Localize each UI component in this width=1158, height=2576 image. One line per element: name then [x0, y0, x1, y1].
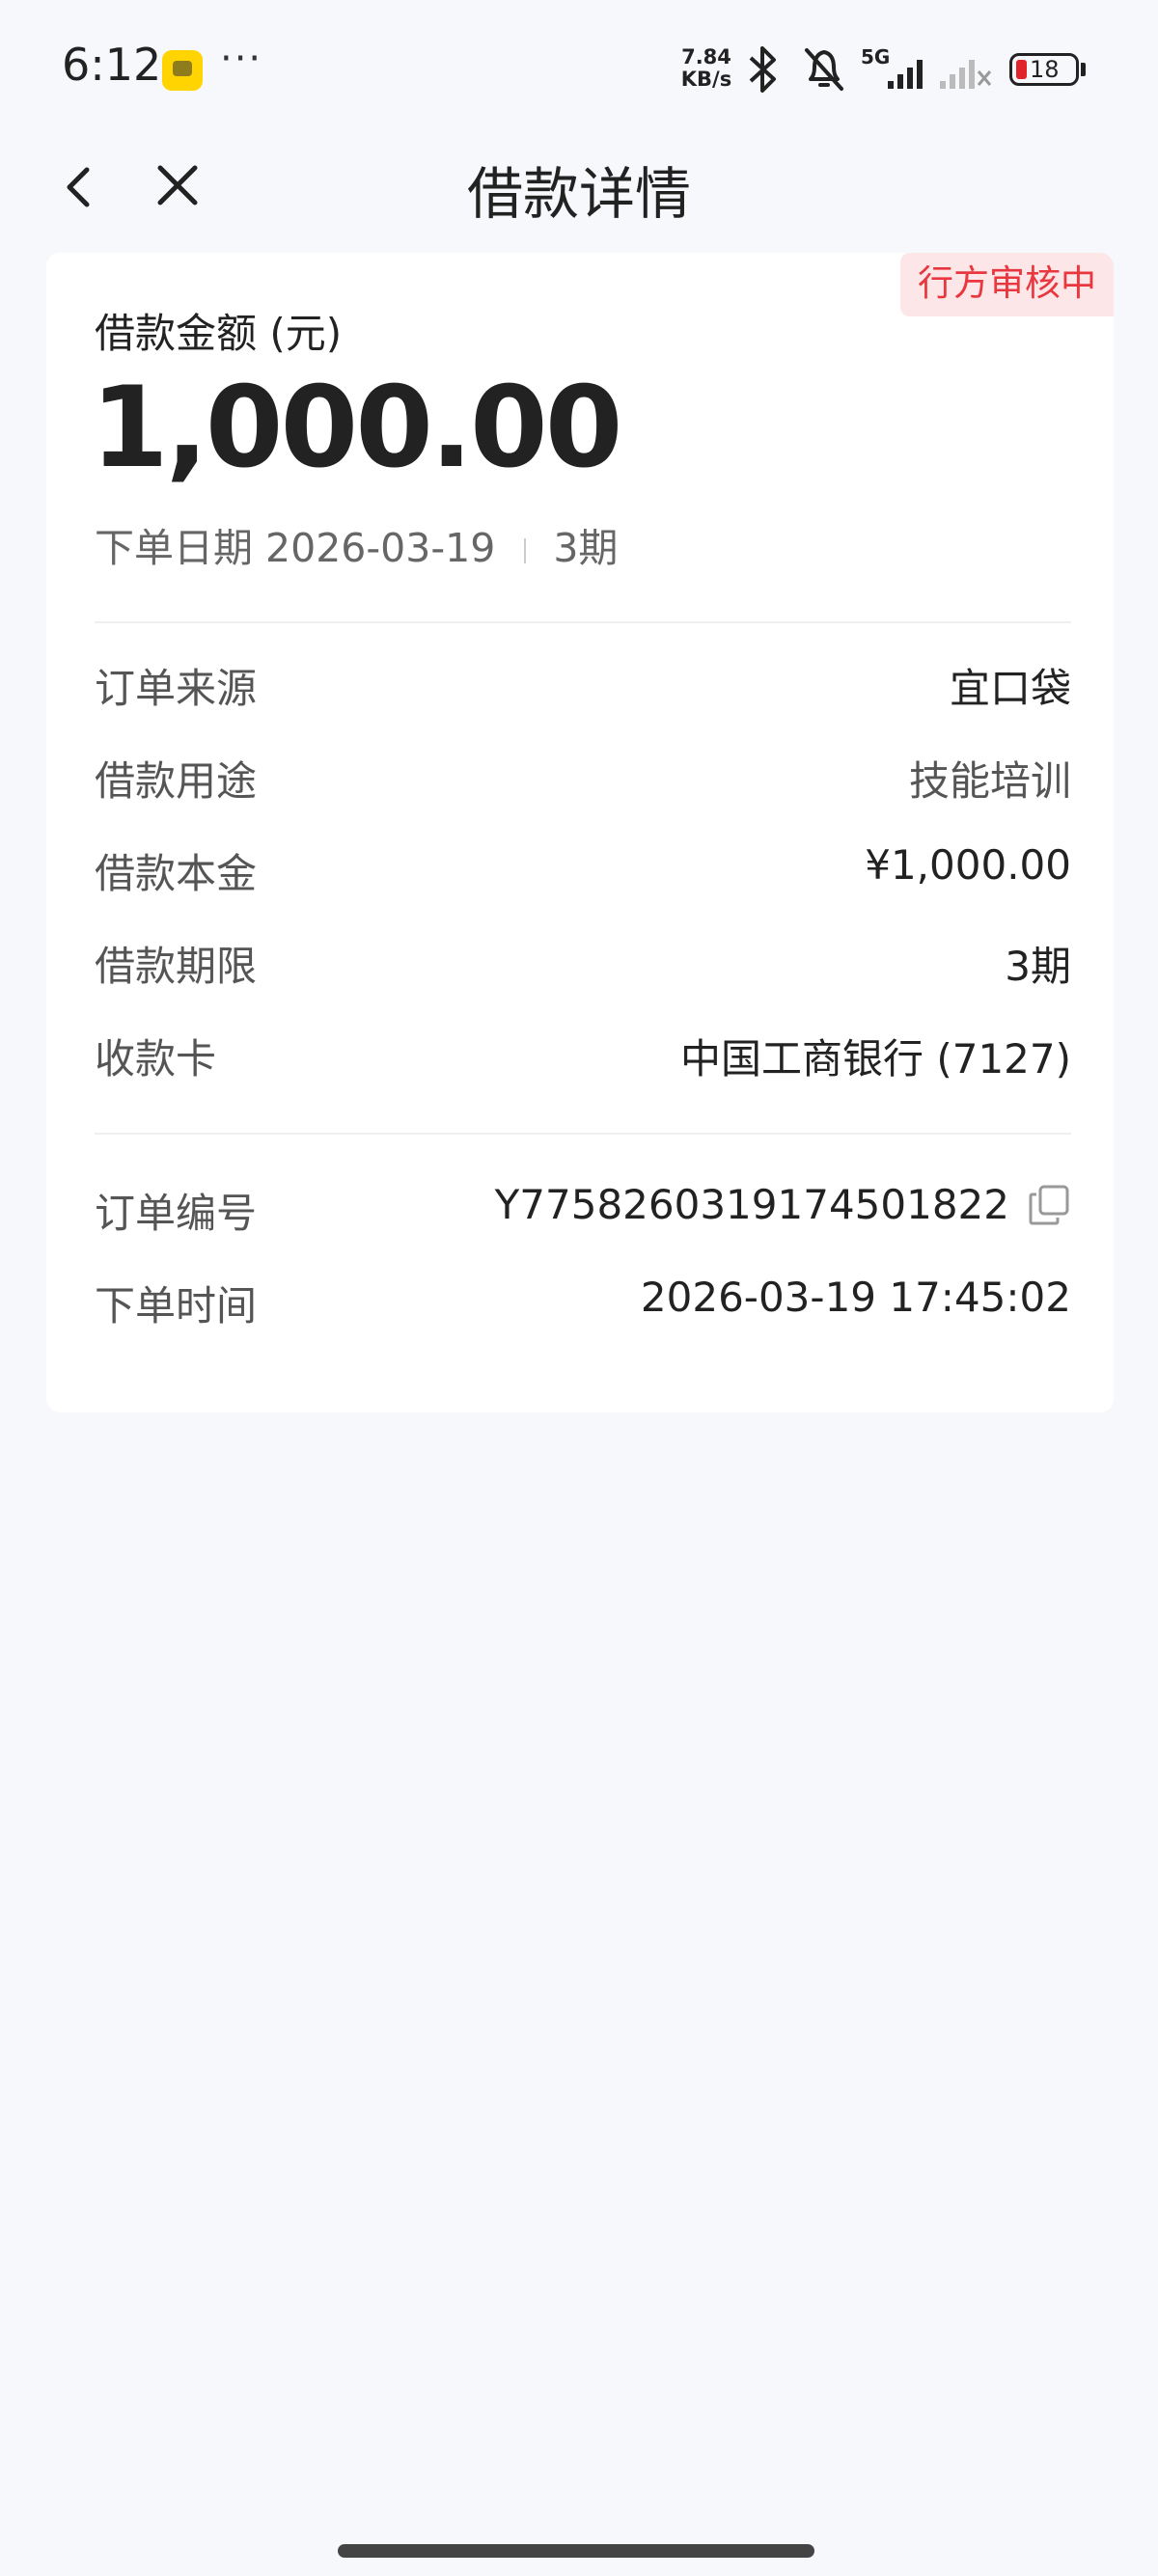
- bluetooth-icon: [749, 46, 776, 93]
- divider: [95, 1133, 1071, 1135]
- battery-level: 18: [1030, 56, 1060, 83]
- detail-label: 借款本金: [95, 850, 258, 897]
- detail-label: 借款期限: [95, 943, 258, 990]
- detail-row-source: 订单来源 宜口袋: [95, 656, 1071, 714]
- meta-separator: [524, 538, 527, 563]
- net-speed-unit: KB/s: [680, 68, 732, 91]
- status-badge: 行方审核中: [900, 253, 1114, 316]
- order-time: 2026-03-19 17:45:02: [640, 1274, 1071, 1321]
- signal-no-service-icon: [940, 60, 992, 89]
- amount-label: 借款金额 (元): [95, 310, 343, 357]
- detail-row-receiving-card: 收款卡 中国工商银行 (7127): [95, 1027, 1071, 1084]
- divider: [95, 621, 1071, 623]
- order-number: Y775826031917450182​2: [494, 1181, 1009, 1228]
- detail-value: 中国工商银行 (7127): [679, 1035, 1071, 1082]
- detail-row-principal: 借款本金 ¥1,000.00: [95, 841, 1071, 899]
- signal-icon: 5G: [861, 45, 923, 89]
- detail-row-purpose: 借款用途 技能培训: [95, 749, 1071, 807]
- detail-row-term: 借款期限 3期: [95, 934, 1071, 992]
- detail-label: 订单来源: [95, 665, 258, 712]
- detail-value: ¥1,000.00: [865, 841, 1071, 889]
- order-number-label: 订单编号: [95, 1190, 258, 1237]
- battery-icon: 18: [1009, 53, 1079, 86]
- loan-detail-card: 行方审核中 借款金额 (元) 1,000.00 下单日期 2026-03-19 3…: [46, 253, 1114, 1412]
- more-notifications-icon: ···: [220, 37, 263, 81]
- net-speed-value: 7.84: [681, 45, 731, 69]
- copy-icon[interactable]: [1027, 1183, 1071, 1227]
- order-number-group: Y775826031917450182​2: [495, 1181, 1071, 1230]
- detail-value: 宜口袋: [949, 665, 1071, 712]
- home-indicator[interactable]: [338, 2544, 814, 2558]
- net-speed: 7.84 KB/s: [676, 46, 737, 91]
- loan-periods: 3期: [553, 525, 619, 571]
- order-time-row: 下单时间 2026-03-19 17:45:02: [95, 1274, 1071, 1331]
- detail-label: 收款卡: [95, 1035, 217, 1082]
- bell-muted-icon: [805, 48, 843, 91]
- order-meta: 下单日期 2026-03-19 3期: [95, 515, 618, 573]
- detail-value: 3期: [1005, 943, 1071, 990]
- network-type: 5G: [861, 45, 890, 69]
- battery-tip: [1081, 63, 1086, 76]
- app-notification-icon: [162, 50, 203, 91]
- loan-amount: 1,000.00: [91, 363, 622, 493]
- order-time-label: 下单时间: [95, 1282, 258, 1329]
- order-number-row: 订单编号 Y775826031917450182​2: [95, 1181, 1071, 1239]
- battery-level-fill: [1016, 60, 1027, 79]
- status-time: 6:12: [62, 39, 162, 91]
- page-title: 借款详情: [466, 161, 691, 227]
- order-date-label: 下单日期: [95, 525, 253, 571]
- order-date: 2026-03-19: [265, 525, 496, 571]
- detail-value: 技能培训: [908, 757, 1071, 805]
- detail-label: 借款用途: [95, 757, 258, 805]
- status-bar: 6:12 ··· 7.84 KB/s 5G 18: [0, 0, 1158, 140]
